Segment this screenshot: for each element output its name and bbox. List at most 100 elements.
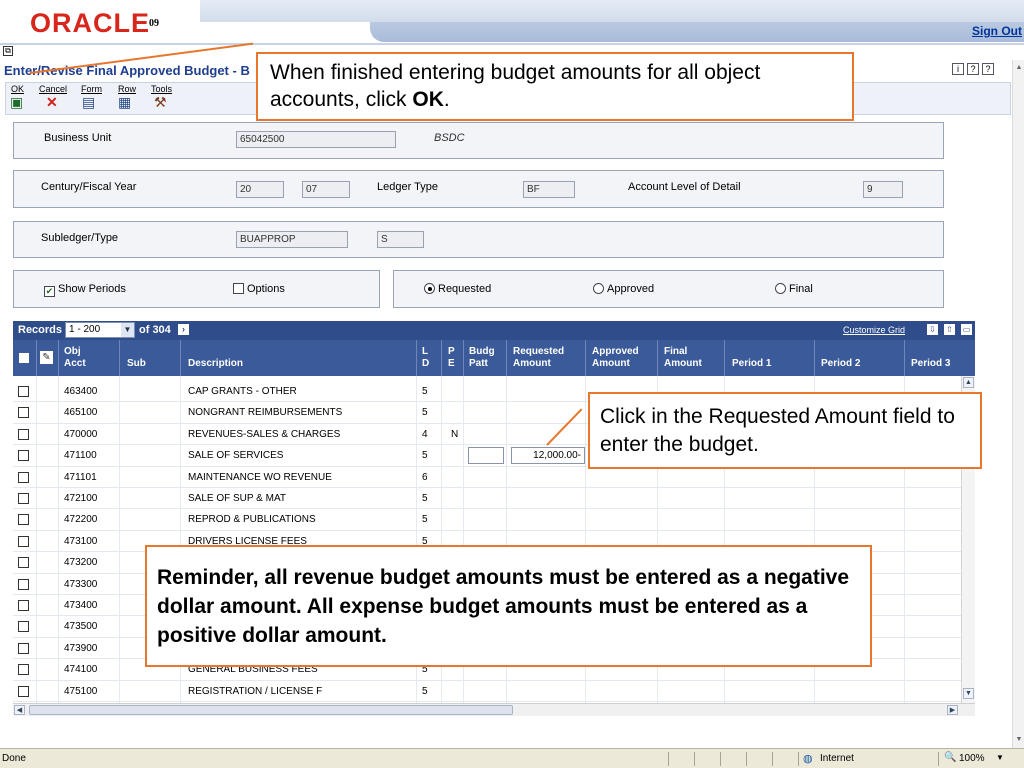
row-checkbox[interactable] [18, 535, 29, 547]
row-ld: 5 [422, 450, 428, 462]
budget-pattern-input[interactable] [468, 447, 504, 465]
row-checkbox[interactable] [18, 621, 29, 633]
tools-icon[interactable]: ⚒ [154, 95, 167, 109]
menu-form[interactable]: Form [81, 84, 102, 94]
page-scrollbar[interactable]: ▲ ▼ [1012, 60, 1024, 750]
final-radio[interactable]: Final [775, 283, 813, 295]
info-icon[interactable]: i [952, 63, 964, 75]
ledger-type-field[interactable]: BF [523, 181, 575, 198]
col-description[interactable]: Description [188, 358, 243, 370]
row-checkbox[interactable] [18, 685, 29, 697]
row-checkbox[interactable] [18, 450, 29, 462]
subledger-label: Subledger/Type [41, 232, 119, 244]
row-acct: 465100 [64, 407, 98, 419]
scroll-thumb[interactable] [29, 705, 513, 715]
scroll-up-icon[interactable]: ▲ [963, 377, 974, 388]
row-checkbox[interactable] [18, 428, 29, 440]
header-bar [200, 0, 1024, 22]
row-checkbox[interactable] [18, 642, 29, 654]
status-divider [720, 752, 721, 766]
table-row[interactable]: 472200 REPROD & PUBLICATIONS 5 [13, 509, 961, 531]
row-checkbox[interactable] [18, 600, 29, 611]
restore-window-icon[interactable]: ⧉ [3, 46, 13, 56]
menu-ok[interactable]: OK [11, 84, 24, 94]
scroll-down-icon[interactable]: ▼ [1014, 736, 1024, 746]
menu-tools[interactable]: Tools [151, 84, 172, 94]
edit-row-icon[interactable]: ✎ [40, 351, 53, 364]
row-checkbox[interactable] [18, 386, 29, 397]
help-about-icon[interactable]: ? [982, 63, 994, 75]
grid-horizontal-scrollbar[interactable]: ◀ ▶ [13, 703, 975, 716]
table-row[interactable]: 471101 MAINTENANCE WO REVENUE 6 [13, 467, 961, 488]
scroll-left-icon[interactable]: ◀ [14, 705, 25, 715]
select-all-checkbox[interactable] [19, 353, 29, 363]
customize-grid-link[interactable]: Customize Grid [843, 325, 905, 335]
row-description: SALE OF SUP & MAT [188, 493, 286, 504]
ok-instruction-end: . [443, 88, 450, 111]
records-range-select[interactable]: 1 - 200 ▼ [65, 322, 135, 338]
menu-cancel[interactable]: Cancel [39, 84, 67, 94]
approved-radio[interactable]: Approved [593, 283, 654, 295]
scroll-down-icon[interactable]: ▼ [963, 688, 974, 699]
col-period-2[interactable]: Period 2 [821, 358, 860, 370]
scroll-right-icon[interactable]: ▶ [947, 705, 958, 715]
row-description: REGISTRATION / LICENSE F [188, 685, 323, 697]
grid-records-bar: Records 1 - 200 ▼ of 304 › Customize Grid… [13, 321, 975, 340]
row-checkbox[interactable] [18, 664, 29, 676]
options-checkbox[interactable]: Options [233, 283, 285, 295]
show-periods-checkbox[interactable]: ✔ Show Periods [44, 283, 126, 297]
col-approved-amount[interactable]: Approved Amount [592, 346, 639, 370]
requested-amount-callout: Click in the Requested Amount field to e… [588, 392, 982, 469]
row-grid-icon[interactable]: ▦ [118, 95, 131, 109]
fiscal-year-field[interactable]: 07 [302, 181, 350, 198]
header-divider [0, 43, 1024, 45]
subledger-type-field[interactable]: S [377, 231, 424, 248]
row-checkbox[interactable] [18, 493, 29, 504]
table-row[interactable]: 472100 SALE OF SUP & MAT 5 [13, 488, 961, 510]
col-fin-line2: Amount [664, 358, 702, 369]
row-checkbox[interactable] [18, 471, 29, 483]
col-final-amount[interactable]: Final Amount [664, 346, 702, 370]
col-requested-amount[interactable]: Requested Amount [513, 346, 564, 370]
col-period-1[interactable]: Period 1 [732, 358, 771, 370]
century-field[interactable]: 20 [236, 181, 284, 198]
menu-row[interactable]: Row [118, 84, 136, 94]
form-icon[interactable]: ▤ [82, 95, 95, 109]
subledger-field[interactable]: BUAPPROP [236, 231, 348, 248]
save-icon[interactable]: ▣ [10, 95, 23, 109]
status-text: Done [2, 753, 26, 764]
row-checkbox[interactable] [18, 514, 29, 526]
column-divider [416, 340, 417, 376]
column-divider [506, 340, 507, 376]
col-ld[interactable]: LD [422, 346, 429, 370]
grid-maximize-icon[interactable]: ▭ [961, 324, 972, 335]
row-checkbox[interactable] [18, 557, 29, 569]
next-page-icon[interactable]: › [178, 324, 189, 335]
row-checkbox[interactable] [18, 407, 29, 419]
help-icon[interactable]: ? [967, 63, 979, 75]
approved-label: Approved [607, 283, 655, 295]
row-description: REVENUES-SALES & CHARGES [188, 428, 341, 440]
col-obj-acct[interactable]: Obj Acct [64, 346, 86, 370]
import-icon[interactable]: ⇧ [944, 324, 955, 335]
requested-amount-input[interactable]: 12,000.00- [511, 447, 585, 465]
row-acct: 472200 [64, 514, 98, 526]
account-level-field[interactable]: 9 [863, 181, 903, 198]
chevron-down-icon[interactable]: ▼ [121, 323, 134, 337]
requested-radio[interactable]: Requested [424, 283, 491, 295]
business-unit-field[interactable]: 65042500 [236, 131, 396, 148]
export-icon[interactable]: ⇩ [927, 324, 938, 335]
col-budg-patt[interactable]: Budg Patt [469, 346, 495, 370]
records-total: of 304 [139, 324, 171, 336]
scroll-up-icon[interactable]: ▲ [1014, 64, 1024, 74]
sign-out-link[interactable]: Sign Out [972, 24, 1022, 38]
col-period-3[interactable]: Period 3 [911, 358, 950, 370]
zoom-level[interactable]: 100% [959, 753, 985, 764]
col-pe[interactable]: PE [448, 346, 455, 370]
row-checkbox[interactable] [18, 578, 29, 590]
table-row[interactable]: 475100 REGISTRATION / LICENSE F 5 [13, 681, 961, 702]
logo-version: 09 [149, 18, 159, 29]
cancel-x-icon[interactable]: ✕ [46, 95, 58, 109]
col-sub[interactable]: Sub [127, 358, 146, 370]
chevron-down-icon[interactable]: ▼ [996, 753, 1004, 762]
